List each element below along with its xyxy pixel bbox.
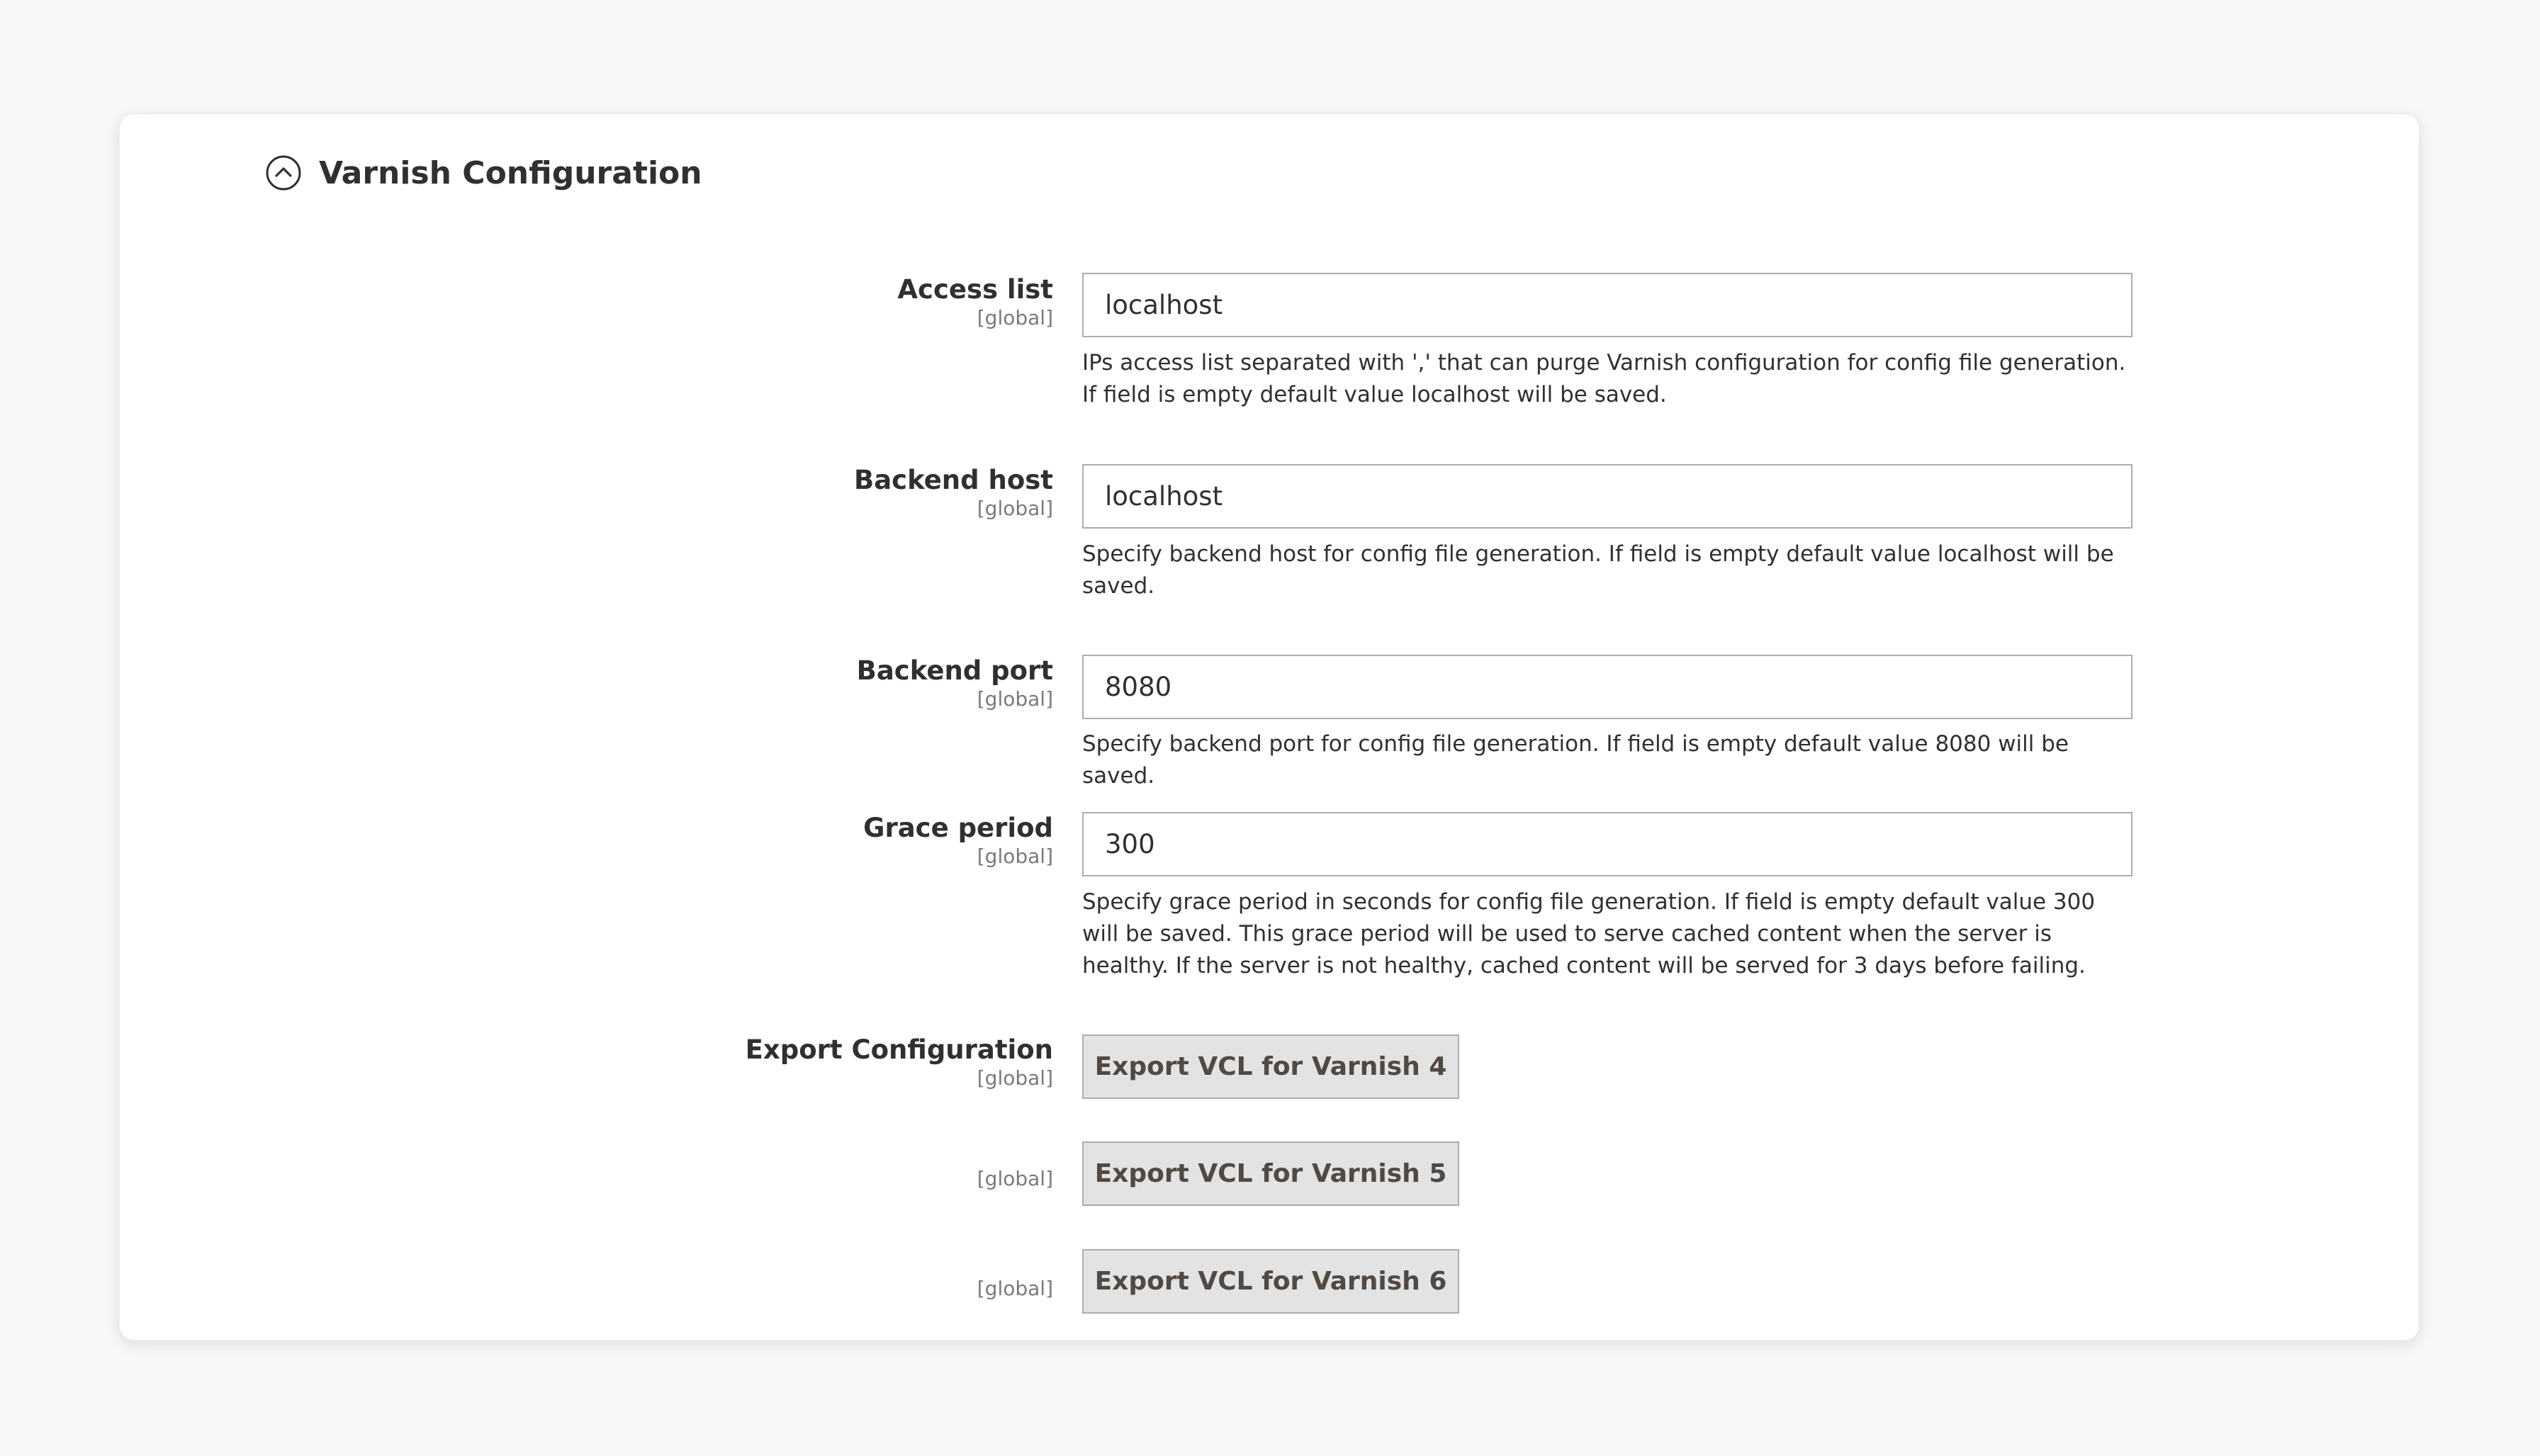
grace-period-label-block: Grace period [global] xyxy=(863,812,1053,869)
access-list-note: IPs access list separated with ',' that … xyxy=(1082,350,2126,407)
backend-port-scope: [global] xyxy=(977,687,1053,711)
export-v6-scope: [global] xyxy=(977,1277,1053,1300)
backend-host-label: Backend host xyxy=(854,465,1053,495)
grace-period-label: Grace period xyxy=(863,813,1053,843)
export-vcl-varnish-5-button[interactable]: Export VCL for Varnish 5 xyxy=(1082,1141,1459,1206)
export-v5-scope: [global] xyxy=(977,1167,1053,1190)
export-vcl-varnish-6-button[interactable]: Export VCL for Varnish 6 xyxy=(1082,1249,1459,1314)
backend-host-note: Specify backend host for config file gen… xyxy=(1082,541,2114,599)
section-header-varnish[interactable]: Varnish Configuration xyxy=(265,150,702,196)
access-list-input[interactable] xyxy=(1082,273,2132,337)
export-vcl-varnish-4-button[interactable]: Export VCL for Varnish 4 xyxy=(1082,1034,1459,1099)
section-title: Varnish Configuration xyxy=(319,154,702,191)
export-config-scope: [global] xyxy=(977,1066,1053,1090)
backend-port-note: Specify backend port for config file gen… xyxy=(1082,731,2069,789)
backend-host-label-block: Backend host [global] xyxy=(854,464,1053,521)
export-v5-scope-block: [global] xyxy=(977,1167,1053,1191)
export-v6-scope-block: [global] xyxy=(977,1277,1053,1301)
access-list-scope: [global] xyxy=(977,306,1053,329)
collapse-circle-up-icon[interactable] xyxy=(265,154,302,191)
backend-host-input[interactable] xyxy=(1082,464,2132,529)
grace-period-note: Specify grace period in seconds for conf… xyxy=(1082,889,2096,978)
backend-port-input[interactable] xyxy=(1082,655,2132,719)
export-config-label: Export Configuration xyxy=(745,1034,1053,1065)
grace-period-input[interactable] xyxy=(1082,812,2132,876)
backend-host-scope: [global] xyxy=(977,497,1053,520)
grace-period-scope: [global] xyxy=(977,845,1053,868)
access-list-label: Access list xyxy=(897,274,1053,305)
backend-port-label: Backend port xyxy=(856,655,1053,686)
access-list-label-block: Access list [global] xyxy=(897,273,1053,330)
backend-port-label-block: Backend port [global] xyxy=(857,655,1053,711)
export-config-label-block: Export Configuration [global] xyxy=(746,1034,1053,1090)
